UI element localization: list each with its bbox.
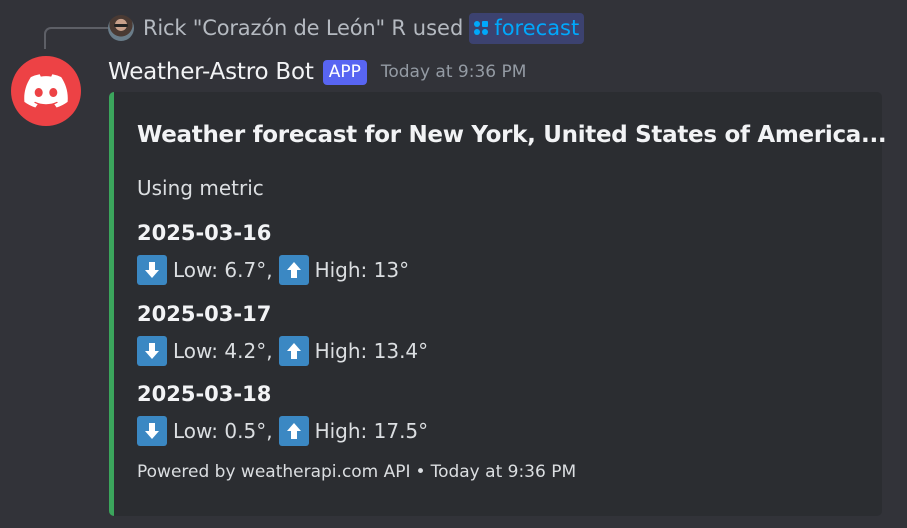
embed-description: Using metric [137, 176, 264, 200]
interaction-used-text: used [412, 16, 464, 40]
forecast-day: 2025-03-17 Low: 4.2°, High: 13.4° [137, 301, 428, 366]
footer-timestamp: Today at 9:36 PM [430, 462, 577, 482]
command-mention[interactable]: forecast [469, 12, 585, 44]
user-avatar[interactable] [108, 15, 134, 41]
forecast-date: 2025-03-17 [137, 302, 272, 326]
forecast-high: High: 13.4° [314, 339, 429, 363]
forecast-high: High: 17.5° [314, 419, 429, 443]
arrow-down-icon [137, 416, 167, 446]
forecast-day: 2025-03-18 Low: 0.5°, High: 17.5° [137, 381, 428, 446]
command-name: forecast [494, 16, 580, 40]
forecast-date: 2025-03-16 [137, 221, 272, 245]
forecast-low: Low: 4.2°, [173, 339, 273, 363]
slash-command-icon [473, 20, 489, 36]
arrow-up-icon [278, 336, 309, 366]
forecast-embed: Weather forecast for New York, United St… [109, 92, 887, 516]
message-timestamp[interactable]: Today at 9:36 PM [381, 62, 527, 82]
arrow-down-icon [137, 336, 167, 366]
forecast-temps: Low: 6.7°, High: 13° [137, 255, 409, 285]
arrow-up-icon [278, 416, 309, 446]
message-header: Weather-Astro Bot APP Today at 9:36 PM [108, 55, 526, 89]
discord-logo-icon [24, 74, 68, 108]
footer-separator: • [415, 462, 426, 482]
app-badge: APP [322, 59, 367, 85]
footer-text: Powered by weatherapi.com API [137, 462, 411, 482]
arrow-down-icon [137, 255, 167, 285]
forecast-temps: Low: 4.2°, High: 13.4° [137, 336, 428, 366]
embed-title: Weather forecast for New York, United St… [137, 122, 887, 148]
arrow-up-icon [278, 255, 309, 285]
interaction-user-name[interactable]: Rick "Corazón de León" R [143, 16, 406, 40]
forecast-high: High: 13° [314, 258, 410, 282]
reply-connector [44, 27, 108, 49]
forecast-low: Low: 0.5°, [173, 419, 273, 443]
interaction-header: Rick "Corazón de León" R used forecast [108, 12, 585, 44]
forecast-date: 2025-03-18 [137, 382, 272, 406]
forecast-temps: Low: 0.5°, High: 17.5° [137, 416, 428, 446]
bot-name[interactable]: Weather-Astro Bot [108, 59, 314, 85]
embed-footer: Powered by weatherapi.com API • Today at 9… [137, 462, 576, 482]
forecast-low: Low: 6.7°, [173, 258, 273, 282]
forecast-day: 2025-03-16 Low: 6.7°, High: 13° [137, 220, 409, 285]
bot-avatar[interactable] [11, 56, 81, 126]
